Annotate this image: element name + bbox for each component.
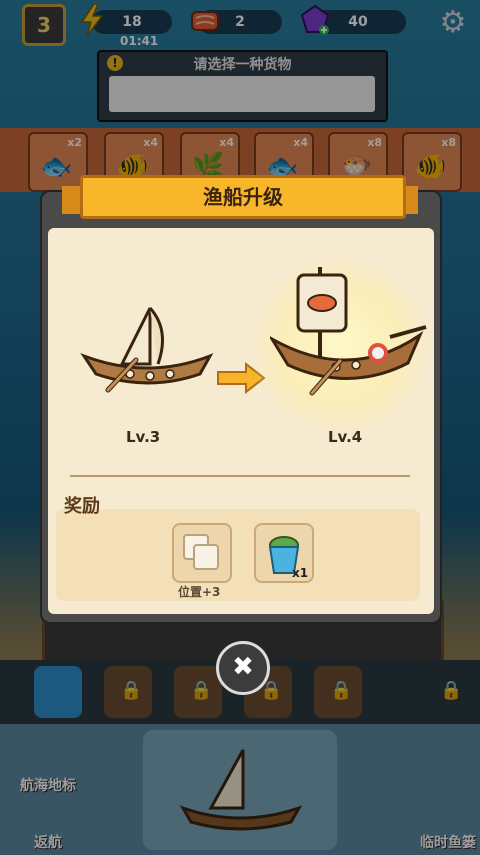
ship-lv3-image	[78, 290, 218, 404]
divider	[70, 475, 410, 477]
reward-area	[56, 509, 420, 601]
from-level-label: Lv.3	[126, 428, 161, 446]
slot-squares-icon	[183, 534, 219, 570]
to-level-label: Lv.4	[328, 428, 363, 446]
modal-title: 渔船升级	[80, 175, 406, 219]
reward-slot-label: 位置+3	[178, 585, 221, 599]
ship-lv4-image	[267, 265, 430, 409]
reward-bucket-count: x1	[292, 566, 309, 580]
close-icon: ✖	[232, 652, 254, 682]
close-button[interactable]: ✖	[216, 641, 270, 695]
reward-title: 奖励	[64, 496, 100, 517]
reward-slot-item[interactable]	[172, 523, 232, 583]
